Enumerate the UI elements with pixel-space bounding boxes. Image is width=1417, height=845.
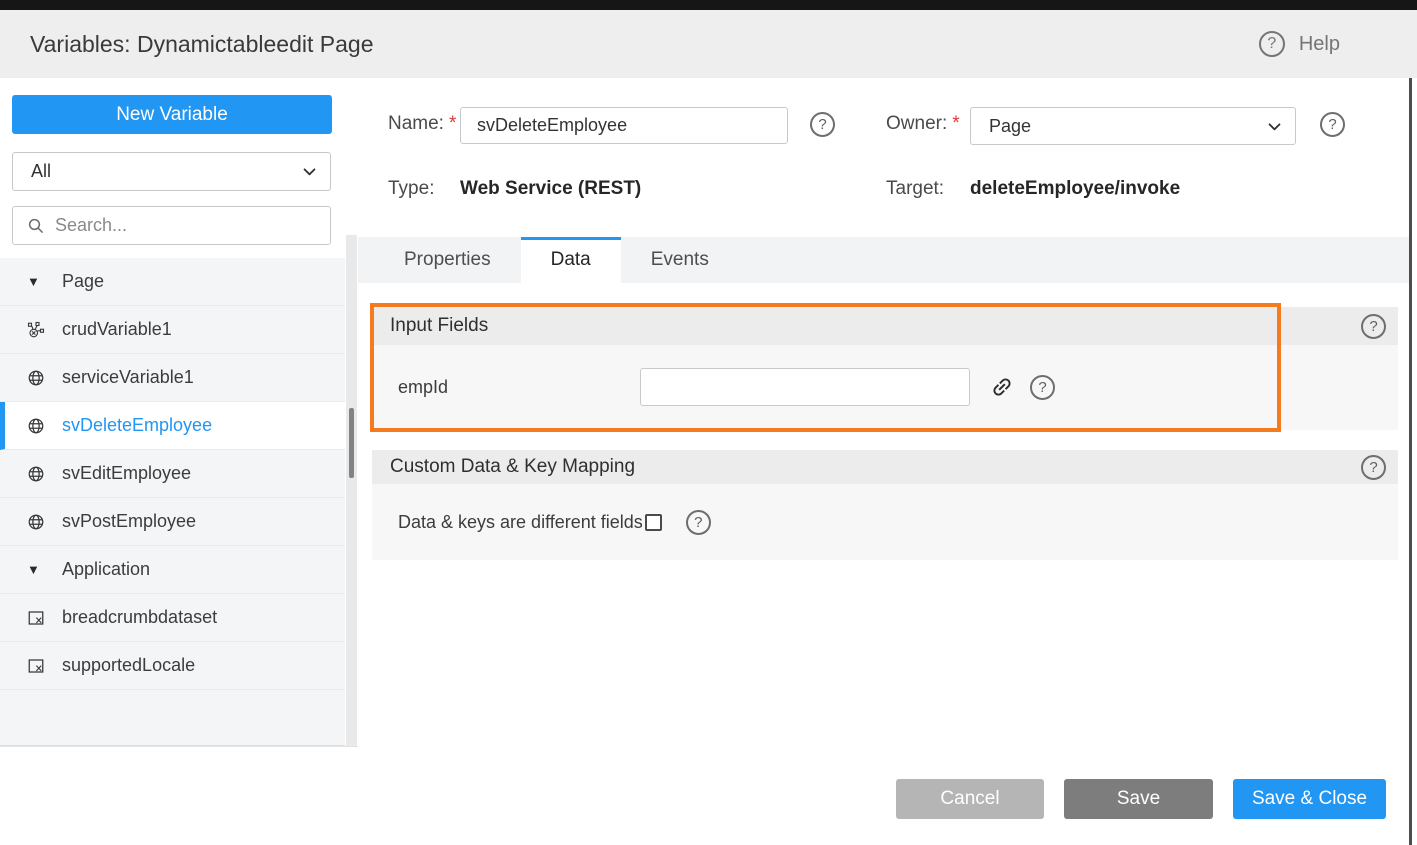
sidebar-item-supportedlocale[interactable]: supportedLocale — [0, 642, 345, 690]
globe-icon — [27, 465, 49, 483]
new-variable-button[interactable]: New Variable — [12, 95, 332, 134]
name-help-icon[interactable]: ? — [810, 112, 835, 137]
input-fields-title: Input Fields — [390, 315, 1361, 337]
target-label: Target: — [886, 178, 944, 200]
help-icon: ? — [1259, 31, 1285, 57]
help-button[interactable]: ? Help — [1259, 10, 1340, 78]
chevron-down-icon — [1266, 118, 1283, 135]
chevron-down-icon: ▼ — [27, 562, 49, 577]
sidebar-item-sveditemployee[interactable]: svEditEmployee — [0, 450, 345, 498]
cancel-button[interactable]: Cancel — [896, 779, 1044, 819]
save-and-close-button[interactable]: Save & Close — [1233, 779, 1386, 819]
owner-help-icon[interactable]: ? — [1320, 112, 1345, 137]
main-scrollbar-thumb[interactable] — [1409, 78, 1412, 845]
variable-detail-panel: Name:* ? Owner:* Page ? Type: Web Servic… — [358, 78, 1417, 845]
owner-selected-value: Page — [989, 116, 1266, 137]
tab-events[interactable]: Events — [621, 237, 739, 283]
variable-list: ▼ Page crudVariable1 serviceVariable1 sv… — [0, 258, 345, 746]
different-fields-help-icon[interactable]: ? — [686, 510, 711, 535]
sidebar-item-servicevariable1[interactable]: serviceVariable1 — [0, 354, 345, 402]
custom-data-section: Custom Data & Key Mapping ? Data & keys … — [372, 450, 1398, 560]
sidebar-scrollbar-thumb[interactable] — [349, 408, 354, 478]
link-icon — [985, 370, 1019, 404]
globe-icon — [27, 513, 49, 531]
tab-properties[interactable]: Properties — [374, 237, 521, 283]
dataset-icon — [27, 609, 49, 627]
input-fields-section: Input Fields ? empId ? — [372, 307, 1398, 430]
background-app-strip — [0, 0, 1417, 10]
globe-icon — [27, 417, 49, 435]
sidebar-item-svdeleteemployee[interactable]: svDeleteEmployee — [0, 402, 345, 450]
detail-tabbar: Properties Data Events — [358, 237, 1410, 283]
dialog-footer: Cancel Save Save & Close — [896, 779, 1386, 819]
save-button[interactable]: Save — [1064, 779, 1213, 819]
empid-help-icon[interactable]: ? — [1030, 375, 1055, 400]
variables-sidebar: New Variable All ▼ Page crudVariable1 se… — [0, 78, 345, 845]
input-fields-body: empId ? — [372, 345, 1398, 430]
crud-variable-icon — [27, 321, 49, 339]
target-value: deleteEmployee/invoke — [970, 178, 1180, 200]
different-fields-checkbox[interactable] — [645, 514, 662, 531]
custom-data-header: Custom Data & Key Mapping ? — [372, 450, 1398, 484]
type-label: Type: — [388, 178, 434, 200]
sidebar-group-page[interactable]: ▼ Page — [0, 258, 345, 306]
owner-select[interactable]: Page — [970, 107, 1296, 145]
name-label: Name:* — [388, 113, 456, 135]
dataset-icon — [27, 657, 49, 675]
bind-link-button[interactable] — [990, 375, 1014, 399]
required-asterisk: * — [952, 113, 959, 134]
name-input[interactable] — [460, 107, 788, 144]
search-icon — [27, 217, 45, 235]
empid-label: empId — [398, 345, 448, 430]
chevron-down-icon — [301, 163, 318, 180]
page-title: Variables: Dynamictableedit Page — [30, 10, 373, 78]
filter-selected-value: All — [31, 161, 301, 182]
sidebar-item-crudvariable1[interactable]: crudVariable1 — [0, 306, 345, 354]
sidebar-item-svpostemployee[interactable]: svPostEmployee — [0, 498, 345, 546]
sidebar-item-breadcrumbdataset[interactable]: breadcrumbdataset — [0, 594, 345, 642]
chevron-down-icon: ▼ — [27, 274, 49, 289]
globe-icon — [27, 369, 49, 387]
input-fields-help-icon[interactable]: ? — [1361, 314, 1386, 339]
input-fields-header: Input Fields ? — [372, 307, 1398, 345]
required-asterisk: * — [449, 113, 456, 134]
variable-filter-select[interactable]: All — [12, 152, 331, 191]
sidebar-group-application[interactable]: ▼ Application — [0, 546, 345, 594]
help-label: Help — [1299, 33, 1340, 56]
owner-label: Owner:* — [886, 113, 960, 135]
search-input[interactable] — [55, 215, 320, 236]
empid-input[interactable] — [640, 368, 970, 406]
custom-data-body: Data & keys are different fields ? — [372, 484, 1398, 560]
tab-data[interactable]: Data — [521, 237, 621, 283]
different-fields-label: Data & keys are different fields — [398, 512, 643, 533]
custom-data-title: Custom Data & Key Mapping — [390, 456, 1361, 478]
variable-search-box — [12, 206, 331, 245]
custom-data-help-icon[interactable]: ? — [1361, 455, 1386, 480]
type-value: Web Service (REST) — [460, 178, 641, 200]
sidebar-scrollbar-track — [346, 235, 357, 746]
dialog-header: Variables: Dynamictableedit Page ? Help — [0, 10, 1417, 78]
